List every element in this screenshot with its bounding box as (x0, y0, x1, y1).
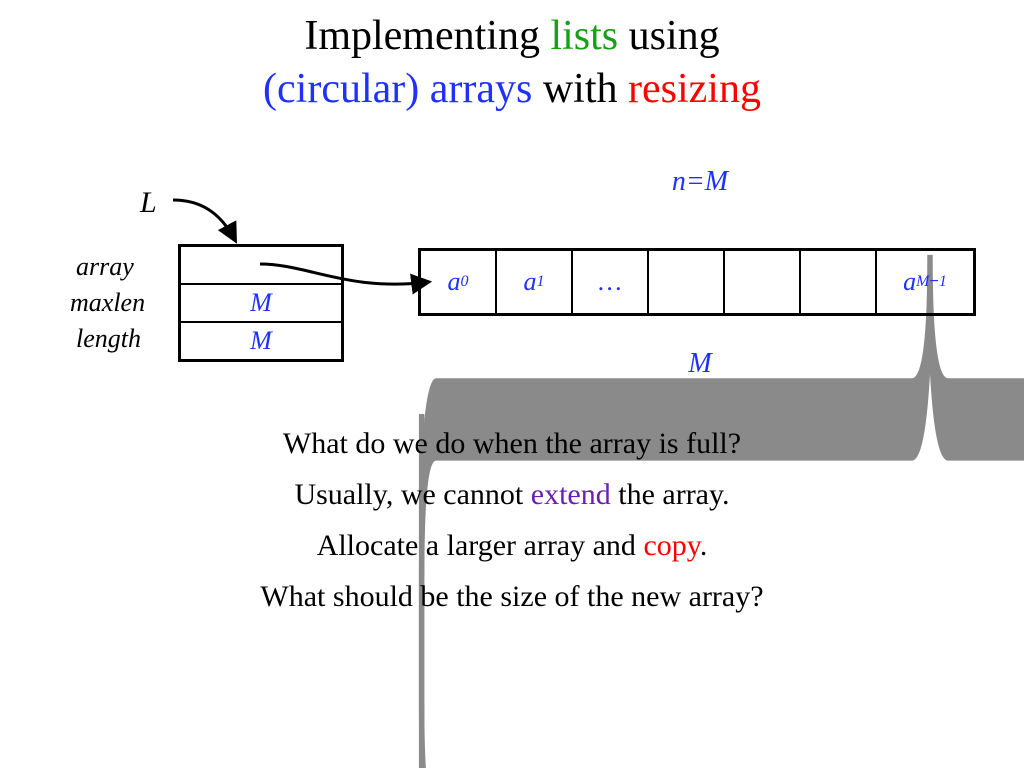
body-line3: Allocate a larger array and copy. (0, 520, 1024, 571)
cell-aM1-one: 1 (939, 273, 947, 290)
body-text: What do we do when the array is full? Us… (0, 418, 1024, 622)
cell-a1-sym: a (524, 267, 537, 297)
label-L: L (140, 186, 157, 220)
body-l2-extend: extend (531, 478, 611, 511)
slide-title: Implementing lists using (circular) arra… (0, 10, 1024, 115)
title-line1a: Implementing (304, 13, 550, 59)
body-line1: What do we do when the array is full? (0, 418, 1024, 469)
title-line1b: using (618, 13, 720, 59)
cell-aM1-minus: − (929, 273, 938, 290)
cell-aM-1: aM−1 (877, 251, 973, 313)
title-line2-mid: with (532, 66, 628, 112)
label-maxlen: maxlen (70, 288, 145, 318)
cell-empty-2 (725, 251, 801, 313)
cell-a0-sub: 0 (461, 273, 469, 291)
array-cells: a0 a1 … aM−1 (418, 248, 976, 316)
label-length: length (76, 324, 141, 354)
title-word-lists: lists (550, 13, 618, 59)
cell-a0: a0 (421, 251, 497, 313)
cell-empty-1 (649, 251, 725, 313)
body-l2c: the array. (611, 478, 730, 511)
arrow-array-pointer (258, 252, 434, 312)
label-array: array (76, 252, 134, 282)
cell-empty-3 (801, 251, 877, 313)
cell-a1: a1 (497, 251, 573, 313)
body-line4: What should be the size of the new array… (0, 571, 1024, 622)
body-l2a: Usually, we cannot (294, 478, 530, 511)
cell-a0-sym: a (448, 267, 461, 297)
body-l3a: Allocate a larger array and (317, 529, 644, 562)
cell-dots: … (573, 251, 649, 313)
body-l3c: . (700, 529, 708, 562)
label-n-equals-M: n=M (600, 166, 800, 198)
title-word-resizing: resizing (628, 66, 761, 112)
struct-row-length: M (181, 323, 341, 359)
title-word-circular: (circular) arrays (263, 66, 532, 112)
body-line2: Usually, we cannot extend the array. (0, 469, 1024, 520)
cell-aM1-sym: a (903, 267, 916, 297)
arrow-L-to-struct (165, 192, 255, 252)
label-M-bottom: M (600, 348, 800, 380)
body-l3-copy: copy (643, 529, 699, 562)
cell-aM1-M: M (916, 273, 929, 290)
cell-a1-sub: 1 (537, 273, 545, 291)
cell-aM1-sub: M−1 (916, 273, 947, 291)
